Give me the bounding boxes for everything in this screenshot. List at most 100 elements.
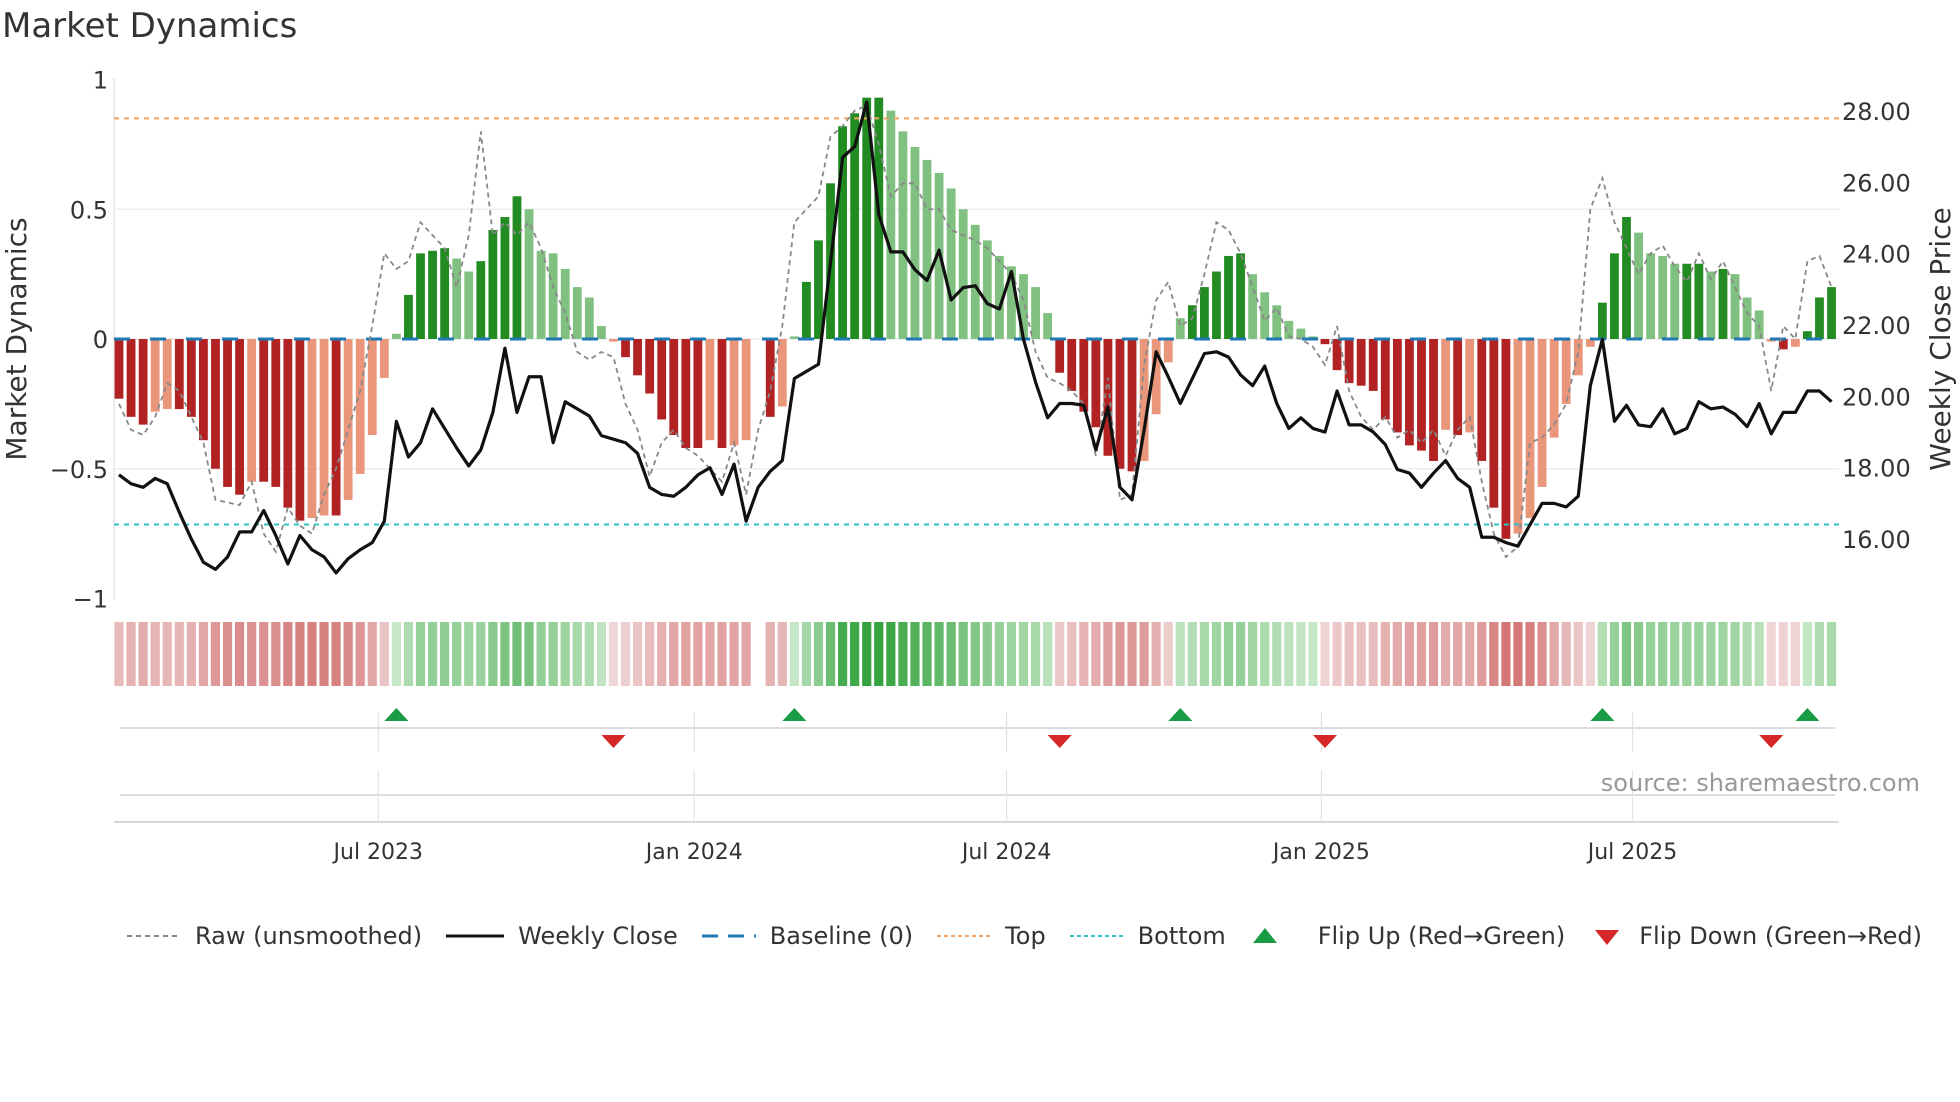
dynamics-bar <box>729 339 739 446</box>
dynamics-bar <box>1827 287 1836 339</box>
y-tick-label: −0.5 <box>50 456 108 484</box>
regime-strip-cell <box>1199 622 1209 686</box>
dynamics-bar <box>609 339 618 342</box>
regime-strip-cell <box>1453 622 1463 686</box>
regime-strip-cell <box>1573 622 1583 686</box>
dynamics-bar <box>946 188 956 339</box>
dynamics-bar <box>259 339 269 482</box>
y-tick-label: 0 <box>93 326 108 354</box>
dynamics-bar <box>982 240 992 339</box>
regime-strip-cell <box>1706 622 1716 686</box>
regime-strip-cell <box>1127 622 1137 686</box>
triangle-up-icon <box>1252 928 1277 943</box>
regime-strip-cell <box>247 622 257 686</box>
y-tick-label: 1 <box>93 67 108 95</box>
dynamics-bar <box>138 339 148 425</box>
dynamics-bar <box>560 268 570 339</box>
source-label: source: sharemaestro.com <box>1600 769 1920 797</box>
regime-strip-cell <box>1742 622 1752 686</box>
regime-strip-cell <box>1320 622 1330 686</box>
dynamics-bar <box>886 110 896 339</box>
dynamics-bar <box>1706 271 1716 339</box>
dynamics-bar <box>1091 339 1101 428</box>
legend-baseline: Baseline (0) <box>700 922 913 950</box>
regime-strip-cell <box>994 622 1004 686</box>
dynamics-bar <box>741 339 751 441</box>
dynamics-bar <box>391 333 401 339</box>
y2-tick-label: 22.00 <box>1842 312 1911 340</box>
dynamics-bar <box>1127 339 1137 472</box>
regime-strip-cell <box>1151 622 1161 686</box>
dynamics-bar <box>247 339 257 482</box>
regime-strip-cell <box>1513 622 1523 686</box>
regime-strip-cell <box>138 622 148 686</box>
regime-strip-cell <box>1525 622 1535 686</box>
dynamics-bar <box>223 339 232 487</box>
regime-strip-cell <box>1284 622 1294 686</box>
regime-strip-cell <box>1790 622 1800 686</box>
legend-top: Top <box>935 922 1046 950</box>
regime-strip-cell <box>1043 622 1053 686</box>
regime-strip-cell <box>427 622 438 686</box>
regime-strip-cell <box>1163 622 1173 686</box>
dynamics-bar <box>1031 287 1040 339</box>
dynamics-bar <box>1320 339 1330 345</box>
regime-strip-cell <box>1296 622 1306 686</box>
regime-strip-cell <box>681 622 691 686</box>
dynamics-bar <box>669 339 679 436</box>
regime-strip-cell <box>1501 622 1511 686</box>
dynamics-bar <box>428 250 437 339</box>
regime-strip-cell <box>1392 622 1402 686</box>
dynamics-bar <box>1175 318 1185 339</box>
dynamics-bar <box>1200 287 1209 339</box>
x-tick-label: Jan 2025 <box>1271 840 1370 865</box>
regime-strip-cell <box>295 622 305 686</box>
regime-strip-cell <box>1826 622 1837 686</box>
legend-flip-down: Flip Down (Green→Red) <box>1587 922 1922 950</box>
regime-strip-cell <box>355 622 365 686</box>
regime-strip-cell <box>596 622 606 686</box>
dynamics-bar <box>910 146 920 339</box>
dynamics-bar <box>1477 339 1487 461</box>
dynamics-bar <box>416 253 425 339</box>
regime-strip-cell <box>934 622 944 686</box>
regime-strip-cell <box>910 622 920 686</box>
regime-strip-cell <box>874 622 884 686</box>
regime-strip-cell <box>838 622 848 686</box>
dynamics-bar <box>1115 339 1125 469</box>
regime-strip-cell <box>1223 622 1234 686</box>
y2-tick-label: 24.00 <box>1842 241 1911 269</box>
dynamics-bar <box>1537 339 1547 487</box>
regime-strip-cell <box>717 622 727 686</box>
dynamics-bar <box>1368 339 1378 391</box>
regime-strip-cell <box>126 622 136 686</box>
dynamics-bar <box>1356 339 1366 386</box>
regime-strip-cell <box>512 622 522 686</box>
dynamics-bar <box>705 339 715 441</box>
regime-strip-cell <box>1441 622 1451 686</box>
regime-strip-cell <box>1814 622 1825 686</box>
regime-strip-cell <box>1380 622 1390 686</box>
regime-strip-cell <box>1477 622 1487 686</box>
legend-label: Top <box>1005 922 1046 950</box>
dynamics-bar <box>1549 339 1559 438</box>
dynamics-bar <box>488 230 498 339</box>
legend-label: Raw (unsmoothed) <box>195 922 423 950</box>
regime-strip-cell <box>657 622 667 686</box>
x-tick-label: Jul 2025 <box>1586 840 1678 865</box>
regime-strip-cell <box>765 622 775 686</box>
regime-strip-cell <box>174 622 184 686</box>
legend-close: Weekly Close <box>444 922 678 950</box>
regime-strip-cell <box>801 622 812 686</box>
dynamics-bar <box>657 339 667 420</box>
regime-strip-cell <box>1609 622 1620 686</box>
regime-strip-cell <box>1235 622 1246 686</box>
flip-up-marker <box>1590 708 1615 721</box>
y-axis-label: Market Dynamics <box>0 217 33 460</box>
regime-strip-cell <box>1248 622 1258 686</box>
dynamics-bar <box>355 339 365 474</box>
dynamics-bar <box>1815 297 1824 339</box>
dynamics-bar <box>379 339 389 378</box>
dynamics-bar <box>1392 339 1402 433</box>
regime-strip-cell <box>319 622 329 686</box>
